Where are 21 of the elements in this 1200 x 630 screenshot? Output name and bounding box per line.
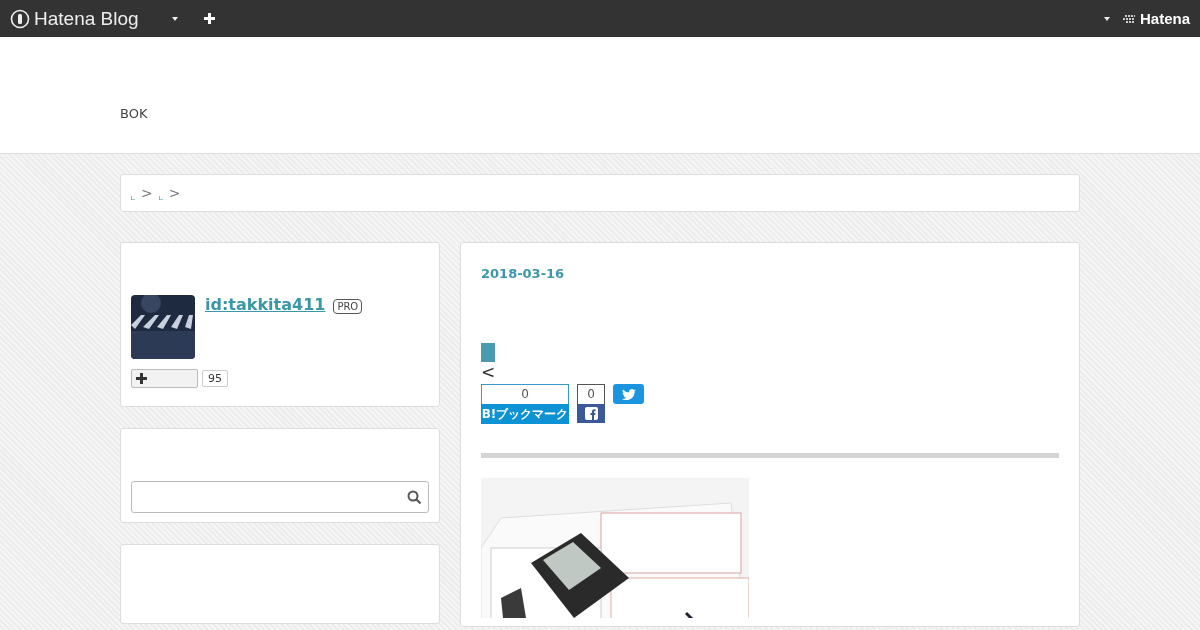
pro-label: PRO <box>333 299 363 314</box>
caret-icon[interactable] <box>170 15 179 22</box>
tweet-button[interactable] <box>613 384 644 404</box>
breadcrumb-separator: > <box>141 185 153 201</box>
plus-icon <box>136 373 147 384</box>
caret-icon[interactable] <box>1102 15 1111 22</box>
bird-icon <box>621 388 636 400</box>
blog-title[interactable]: BOK <box>120 106 148 121</box>
subscribe-button[interactable] <box>131 369 198 388</box>
hatena-link[interactable]: Hatena <box>1122 10 1190 27</box>
subscriber-count: 95 <box>202 370 228 387</box>
search-field[interactable] <box>131 481 429 513</box>
facebook-button[interactable] <box>577 404 605 423</box>
search-icon <box>407 489 422 505</box>
breadcrumb-separator: > <box>168 185 181 201</box>
facebook-icon <box>584 407 598 420</box>
plus-icon[interactable] <box>203 13 215 24</box>
logo-icon <box>10 8 30 29</box>
site-logo[interactable]: Hatena Blog <box>10 7 139 30</box>
logo-icon <box>1122 13 1137 24</box>
prev-arrow[interactable]: < <box>481 362 1059 382</box>
